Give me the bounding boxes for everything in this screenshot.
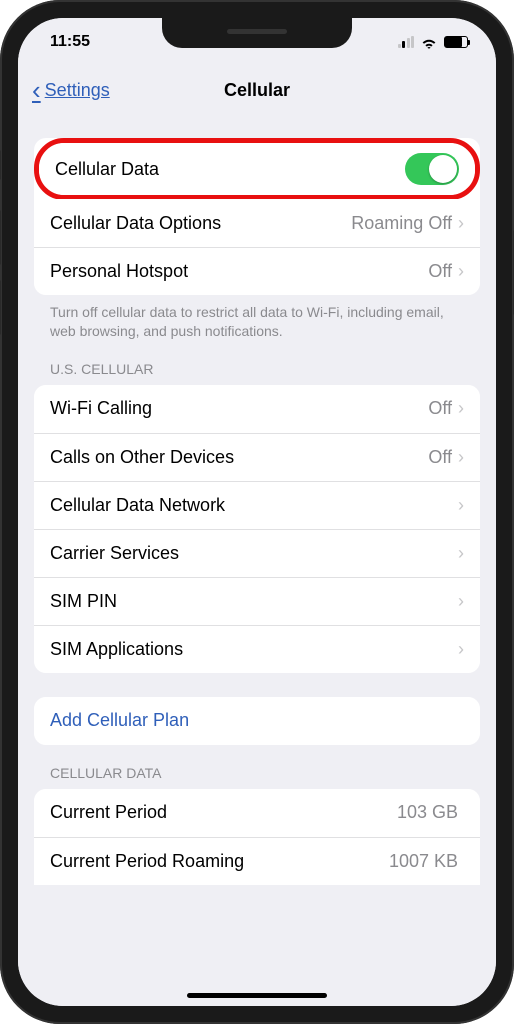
cellular-data-toggle[interactable] <box>405 153 459 185</box>
row-label: Carrier Services <box>50 543 458 564</box>
current-period-row[interactable]: Current Period 103 GB <box>34 789 480 837</box>
chevron-right-icon: › <box>458 639 464 660</box>
calls-other-devices-row[interactable]: Calls on Other Devices Off › <box>34 433 480 481</box>
row-label: Wi-Fi Calling <box>50 398 428 419</box>
row-value: Off <box>428 398 452 419</box>
cellular-data-network-row[interactable]: Cellular Data Network › <box>34 481 480 529</box>
chevron-right-icon: › <box>458 591 464 612</box>
cellular-data-label: Cellular Data <box>55 159 405 180</box>
row-label: Calls on Other Devices <box>50 447 428 468</box>
back-button[interactable]: ‹ Settings <box>32 77 110 103</box>
back-label: Settings <box>45 80 110 101</box>
chevron-left-icon: ‹ <box>32 77 41 103</box>
row-label: Cellular Data Options <box>50 213 351 234</box>
status-time: 11:55 <box>50 33 90 51</box>
cellular-signal-icon <box>398 36 415 48</box>
section-header-us-cellular: U.S. CELLULAR <box>34 341 480 385</box>
personal-hotspot-row[interactable]: Personal Hotspot Off › <box>34 247 480 295</box>
wifi-icon <box>420 36 438 49</box>
nav-header: ‹ Settings Cellular <box>18 66 496 114</box>
notch <box>162 18 352 48</box>
battery-icon <box>444 36 468 48</box>
row-label: Personal Hotspot <box>50 261 428 282</box>
carrier-services-row[interactable]: Carrier Services › <box>34 529 480 577</box>
sim-pin-row[interactable]: SIM PIN › <box>34 577 480 625</box>
cellular-data-options-row[interactable]: Cellular Data Options Roaming Off › <box>34 199 480 247</box>
chevron-right-icon: › <box>458 213 464 234</box>
sim-applications-row[interactable]: SIM Applications › <box>34 625 480 673</box>
home-indicator[interactable] <box>187 993 327 998</box>
row-value: 1007 KB <box>389 851 458 872</box>
page-title: Cellular <box>224 80 290 101</box>
chevron-right-icon: › <box>458 495 464 516</box>
highlight-annotation: Cellular Data <box>34 138 480 200</box>
chevron-right-icon: › <box>458 543 464 564</box>
chevron-right-icon: › <box>458 398 464 419</box>
row-label: Cellular Data Network <box>50 495 458 516</box>
chevron-right-icon: › <box>458 261 464 282</box>
row-label: SIM Applications <box>50 639 458 660</box>
section-header-cellular-data: CELLULAR DATA <box>34 745 480 789</box>
section-footer-text: Turn off cellular data to restrict all d… <box>34 295 480 341</box>
cellular-data-row[interactable]: Cellular Data <box>39 143 475 195</box>
row-value: Off <box>428 261 452 282</box>
row-value: Roaming Off <box>351 213 452 234</box>
row-label: Add Cellular Plan <box>50 710 464 731</box>
row-value: 103 GB <box>397 802 458 823</box>
wifi-calling-row[interactable]: Wi-Fi Calling Off › <box>34 385 480 433</box>
row-label: SIM PIN <box>50 591 458 612</box>
row-value: Off <box>428 447 452 468</box>
row-label: Current Period <box>50 802 397 823</box>
chevron-right-icon: › <box>458 447 464 468</box>
current-period-roaming-row[interactable]: Current Period Roaming 1007 KB <box>34 837 480 885</box>
add-cellular-plan-button[interactable]: Add Cellular Plan <box>34 697 480 745</box>
row-label: Current Period Roaming <box>50 851 389 872</box>
